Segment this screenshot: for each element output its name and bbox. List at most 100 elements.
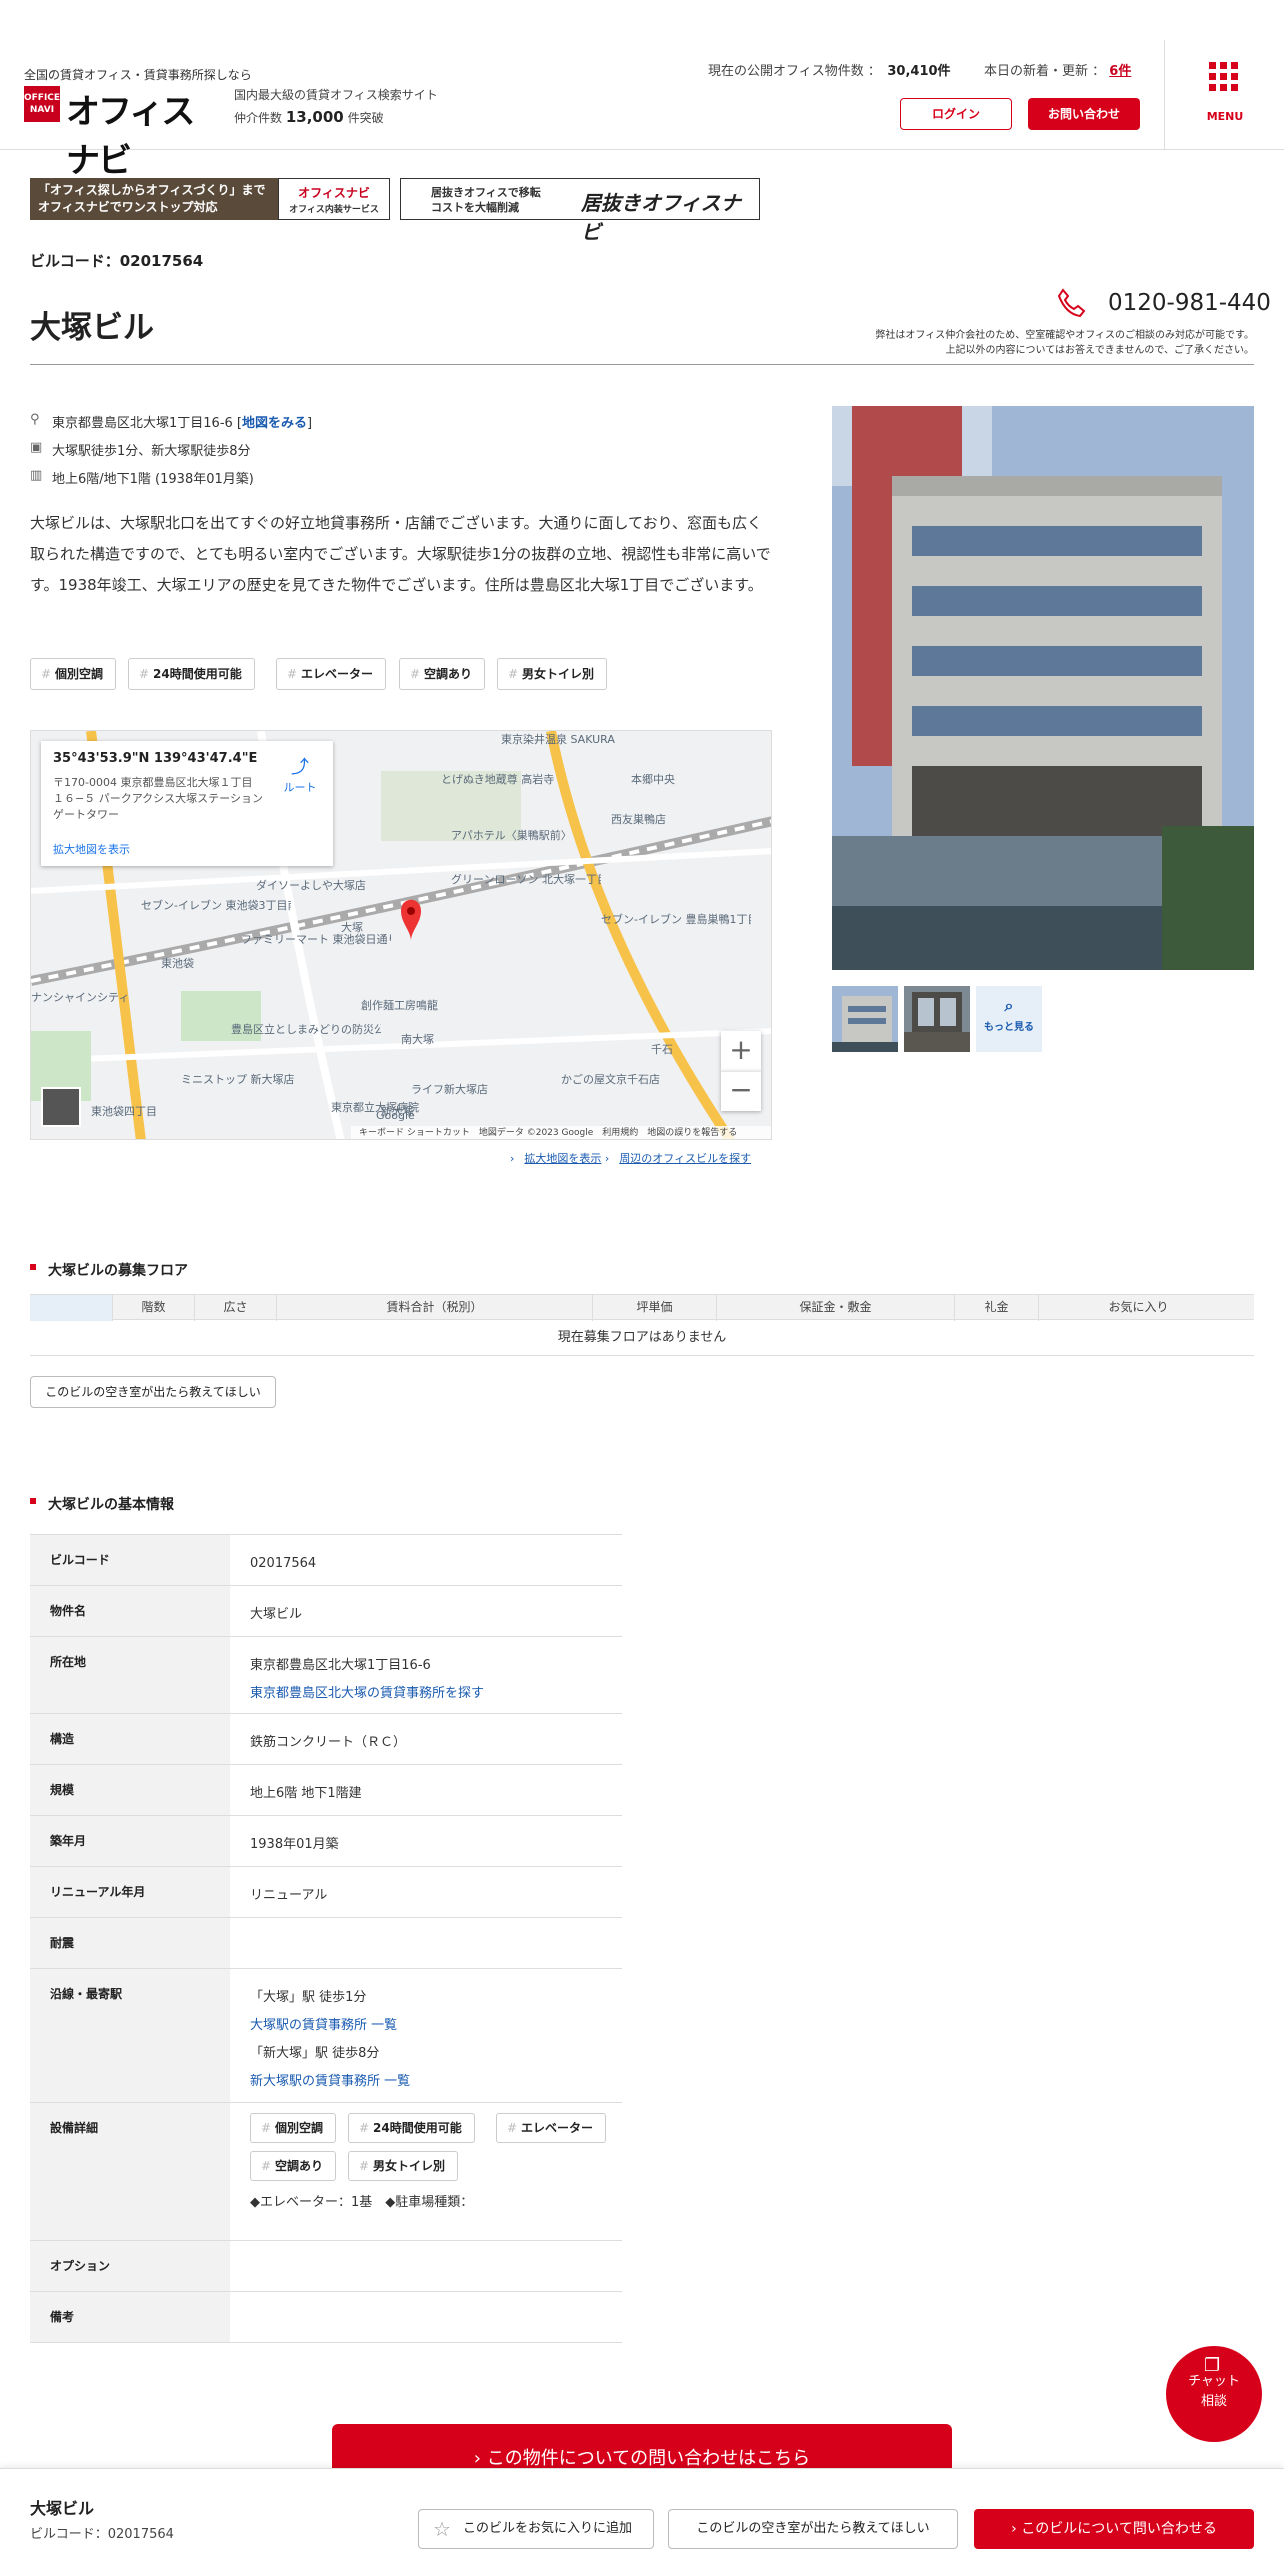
row-key: ビルコード — [30, 1535, 230, 1585]
phone-icon — [1057, 288, 1086, 318]
zoom-in-button[interactable]: + — [721, 1031, 761, 1071]
thumbnail-image — [832, 986, 898, 1052]
hash-icon: # — [359, 2121, 370, 2135]
equipment-note: ◆エレベーター：1基 ◆駐車場種類： — [250, 2195, 474, 2210]
feature-tag: # 男女トイレ別 — [497, 658, 608, 690]
map-place-label: 大塚 — [341, 921, 363, 934]
value-text: リニューアル — [250, 1888, 328, 1903]
interior-service-banner[interactable]: 「オフィス探しからオフィスづくり」まで オフィスナビでワンストップ対応 オフィス… — [30, 178, 390, 220]
row-value: 「大塚」駅 徒歩1分 大塚駅の賃貸事務所 一覧 「新大塚」駅 徒歩8分 新大塚駅の賃貸… — [250, 1969, 622, 2096]
row-value: # 個別空調 #24時間使用可能 # エレベーター # 空調あり # 男女トイレ別 ◆エレベーター… — [250, 2103, 622, 2217]
vacancy-notify-button[interactable]: このビルの空き室が出たら教えてほしい — [30, 1376, 276, 1408]
row-value — [250, 2292, 622, 2307]
hash-icon: # — [410, 667, 421, 681]
feature-tag: # エレベーター — [496, 2113, 607, 2143]
phone-number[interactable]: 0120-981-440 — [1108, 290, 1271, 316]
street-view-thumbnail[interactable] — [41, 1087, 81, 1127]
thumbnail-image — [904, 986, 970, 1052]
building-photo[interactable] — [832, 406, 1254, 970]
hash-icon: # — [41, 667, 52, 681]
more-photos-button[interactable]: ⌕ もっと見る — [976, 986, 1042, 1052]
photo-thumbnail[interactable] — [904, 986, 970, 1052]
site-header: 全国の賃貸オフィス・賃貸事務所探しなら OFFICE NAVI オフィスナビ 国… — [0, 0, 1284, 181]
photo-thumbnail[interactable] — [832, 986, 898, 1052]
footer-notify-button[interactable]: このビルの空き室が出たら教えてほしい — [668, 2509, 958, 2549]
row-value: 鉄筋コンクリート（ＲＣ） — [250, 1714, 622, 1757]
column-header: 階数 — [112, 1295, 194, 1321]
site-logo[interactable]: OFFICE NAVI オフィスナビ — [24, 84, 224, 181]
map-enlarge-link[interactable]: 拡大地図を表示 — [53, 841, 130, 857]
zoom-out-button[interactable]: − — [721, 1071, 761, 1111]
map-place-label: 創作麺工房鳴龍 — [361, 999, 438, 1012]
hash-icon: # — [507, 2121, 518, 2135]
google-map[interactable]: 東京染井温泉 SAKURA とげぬき地蔵尊 高岩寺 本郷中央 西友巣鴨店 アパホテル〈巣… — [30, 730, 772, 1140]
location-pin-icon: ⚲ — [30, 412, 40, 427]
menu-label: MENU — [1206, 110, 1244, 123]
row-key: 築年月 — [30, 1816, 230, 1866]
row-key: 所在地 — [30, 1637, 230, 1713]
column-header: 広さ — [194, 1295, 276, 1321]
column-header: 坪単価 — [592, 1295, 716, 1321]
table-row: 築年月 1938年01月築 — [30, 1816, 622, 1867]
row-value — [250, 1918, 622, 1933]
row-value: 東京都豊島区北大塚1丁目16-6 東京都豊島区北大塚の賃貸事務所を探す — [250, 1637, 622, 1708]
search-link[interactable]: 新大塚駅の賃貸事務所 一覧 — [250, 2068, 622, 2096]
header-tagline: 全国の賃貸オフィス・賃貸事務所探しなら — [24, 68, 252, 82]
row-key: 規模 — [30, 1765, 230, 1815]
row-value: リニューアル — [250, 1867, 622, 1910]
map-place-label: 東池袋 — [161, 957, 194, 970]
map-place-label: ダイソーよしや大塚店 — [256, 879, 366, 892]
banner-text: 居抜きオフィスで移転 コストを大幅削減 — [431, 186, 541, 214]
feature-tag: # 空調あり — [250, 2151, 337, 2181]
table-row: 備考 — [30, 2292, 622, 2343]
building-photo-image — [832, 406, 1254, 970]
row-key: リニューアル年月 — [30, 1867, 230, 1917]
table-row: ビルコード 02017564 — [30, 1535, 622, 1586]
table-row: 耐震 — [30, 1918, 622, 1969]
building-icon: ▥ — [30, 468, 43, 483]
value-text: 大塚ビル — [250, 1607, 303, 1622]
map-place-label: 西友巣鴨店 — [611, 813, 666, 826]
hash-icon: # — [139, 667, 150, 681]
map-route-button[interactable]: ⤴ ルート — [277, 753, 323, 795]
value-text: 1938年01月築 — [250, 1837, 339, 1852]
menu-button[interactable]: MENU — [1164, 40, 1284, 150]
new-count-link[interactable]: 6件 — [1109, 64, 1131, 79]
feature-tag: #24時間使用可能 — [348, 2113, 475, 2143]
column-header: お気に入り — [1038, 1295, 1238, 1321]
row-key: オプション — [30, 2241, 230, 2291]
table-row: 構造 鉄筋コンクリート（ＲＣ） — [30, 1714, 622, 1765]
basic-info-section-title: 大塚ビルの基本情報 — [30, 1494, 174, 1514]
row-key: 備考 — [30, 2292, 230, 2342]
route-icon: ⤴ — [291, 757, 309, 778]
feature-tag: # 空調あり — [399, 658, 486, 690]
feature-tag: # 個別空調 — [30, 658, 117, 690]
add-favorite-button[interactable]: ☆ このビルをお気に入りに追加 — [418, 2509, 654, 2549]
inuki-office-banner[interactable]: 居抜きオフィスで移転 コストを大幅削減 居抜きオフィスナビ — [400, 178, 760, 244]
map-info-card: 35°43'53.9"N 139°43'47.4"E 〒170-0004 東京都… — [41, 741, 333, 866]
table-row: 規模 地上6階 地下1階建 — [30, 1765, 622, 1816]
table-row: 所在地 東京都豊島区北大塚1丁目16-6 東京都豊島区北大塚の賃貸事務所を探す — [30, 1637, 622, 1714]
logo-badge: OFFICE NAVI — [24, 86, 60, 122]
map-place-label: セブン-イレブン 東池袋3丁目南店 — [141, 899, 291, 912]
search-link[interactable]: 東京都豊島区北大塚の賃貸事務所を探す — [250, 1680, 622, 1708]
search-link[interactable]: 大塚駅の賃貸事務所 一覧 — [250, 2012, 622, 2040]
row-key: 耐震 — [30, 1918, 230, 1968]
enlarge-map-link[interactable]: 拡大地図を表示 — [524, 1152, 601, 1165]
new-count: 本日の新着・更新 ： 6件 — [984, 64, 1132, 79]
chat-icon: ❐ — [1204, 2355, 1221, 2376]
site-description: 国内最大級の賃貸オフィス検索サイト — [234, 88, 438, 102]
contact-button[interactable]: お問い合わせ — [1028, 98, 1140, 130]
row-value: 02017564 — [250, 1535, 622, 1578]
column-header: 礼金 — [954, 1295, 1038, 1321]
chat-consult-button[interactable]: ❐ チャット 相談 — [1166, 2346, 1262, 2442]
map-link[interactable]: 地図をみる — [242, 416, 307, 431]
footer-inquire-button[interactable]: › このビルについて問い合わせる — [974, 2509, 1254, 2549]
table-row: オプション — [30, 2241, 622, 2292]
sticky-footer: 大塚ビル ビルコード：02017564 ☆ このビルをお気に入りに追加 このビルの… — [0, 2468, 1284, 2568]
nearby-search-link[interactable]: 周辺のオフィスビルを探す — [619, 1152, 751, 1165]
hash-icon: # — [261, 2121, 272, 2135]
login-button[interactable]: ログイン — [900, 98, 1012, 130]
map-place-label: Google — [376, 1109, 415, 1122]
table-row: 設備詳細 # 個別空調 #24時間使用可能 # エレベーター # 空調あり # 男女トイレ別 ◆エレ… — [30, 2103, 622, 2241]
